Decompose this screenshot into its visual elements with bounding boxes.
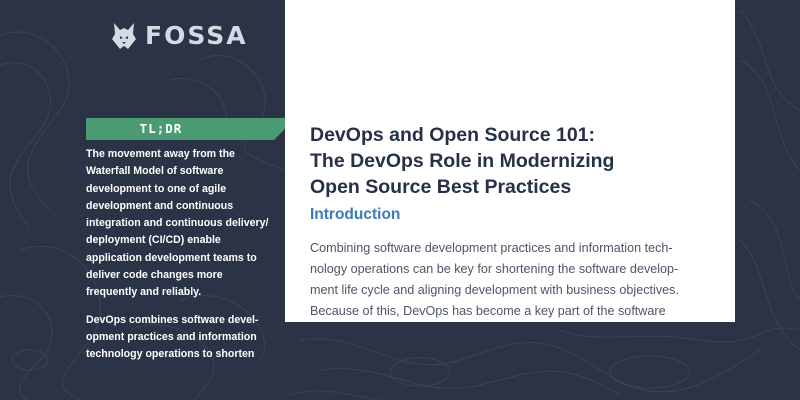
document-page: DevOps and Open Source 101: The DevOps R… (285, 0, 735, 322)
brand-name: FOSSA (145, 21, 248, 50)
tldr-tag: TL;DR (86, 118, 296, 140)
tldr-paragraph: DevOps combines software devel-opment pr… (86, 313, 259, 361)
introduction-paragraph: Combining software development practices… (310, 241, 679, 318)
fossa-logo[interactable]: FOSSA (111, 20, 248, 52)
tldr-label: TL;DR (139, 121, 183, 136)
document-title: DevOps and Open Source 101: The DevOps R… (310, 124, 615, 198)
tldr-summary: The movement away from the Waterfall Mod… (86, 146, 276, 364)
tldr-paragraph: The movement away from the Waterfall Mod… (86, 148, 269, 299)
fox-head-icon (112, 23, 136, 49)
tldr-sidebar: TL;DR The movement away from the Waterfa… (0, 118, 296, 374)
section-heading-introduction: Introduction (310, 206, 401, 223)
